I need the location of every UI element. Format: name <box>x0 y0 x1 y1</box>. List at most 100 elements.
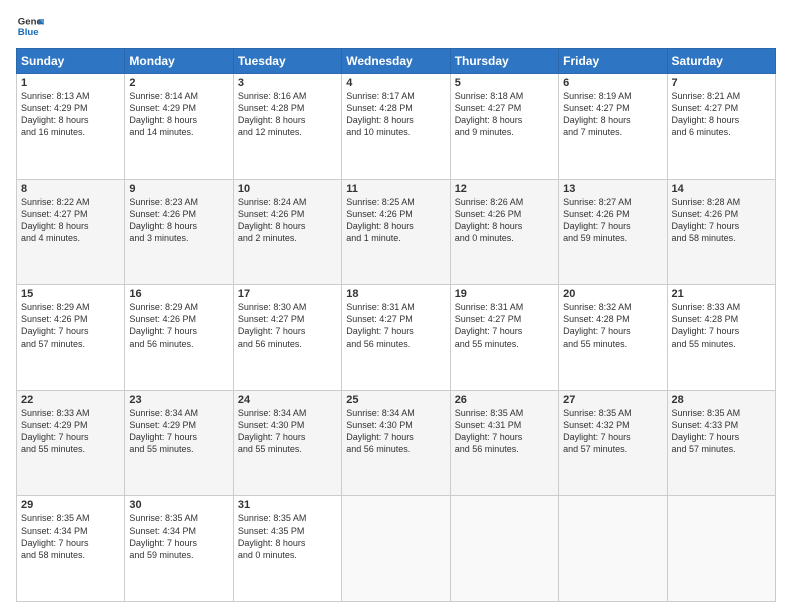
day-info: Sunrise: 8:33 AM Sunset: 4:28 PM Dayligh… <box>672 301 771 350</box>
day-info: Sunrise: 8:34 AM Sunset: 4:29 PM Dayligh… <box>129 407 228 456</box>
day-info: Sunrise: 8:35 AM Sunset: 4:34 PM Dayligh… <box>21 512 120 561</box>
day-info: Sunrise: 8:28 AM Sunset: 4:26 PM Dayligh… <box>672 196 771 245</box>
day-number: 29 <box>21 499 120 511</box>
day-cell-29: 29Sunrise: 8:35 AM Sunset: 4:34 PM Dayli… <box>17 496 125 602</box>
day-cell-5: 5Sunrise: 8:18 AM Sunset: 4:27 PM Daylig… <box>450 74 558 180</box>
day-number: 24 <box>238 394 337 406</box>
day-cell-19: 19Sunrise: 8:31 AM Sunset: 4:27 PM Dayli… <box>450 285 558 391</box>
day-info: Sunrise: 8:23 AM Sunset: 4:26 PM Dayligh… <box>129 196 228 245</box>
day-cell-12: 12Sunrise: 8:26 AM Sunset: 4:26 PM Dayli… <box>450 179 558 285</box>
day-number: 17 <box>238 288 337 300</box>
day-info: Sunrise: 8:35 AM Sunset: 4:34 PM Dayligh… <box>129 512 228 561</box>
calendar-table: SundayMondayTuesdayWednesdayThursdayFrid… <box>16 48 776 602</box>
day-cell-18: 18Sunrise: 8:31 AM Sunset: 4:27 PM Dayli… <box>342 285 450 391</box>
day-cell-6: 6Sunrise: 8:19 AM Sunset: 4:27 PM Daylig… <box>559 74 667 180</box>
week-row-3: 15Sunrise: 8:29 AM Sunset: 4:26 PM Dayli… <box>17 285 776 391</box>
day-info: Sunrise: 8:16 AM Sunset: 4:28 PM Dayligh… <box>238 90 337 139</box>
day-info: Sunrise: 8:19 AM Sunset: 4:27 PM Dayligh… <box>563 90 662 139</box>
empty-cell <box>342 496 450 602</box>
day-info: Sunrise: 8:29 AM Sunset: 4:26 PM Dayligh… <box>21 301 120 350</box>
day-info: Sunrise: 8:29 AM Sunset: 4:26 PM Dayligh… <box>129 301 228 350</box>
day-cell-23: 23Sunrise: 8:34 AM Sunset: 4:29 PM Dayli… <box>125 390 233 496</box>
day-number: 8 <box>21 183 120 195</box>
day-cell-3: 3Sunrise: 8:16 AM Sunset: 4:28 PM Daylig… <box>233 74 341 180</box>
day-cell-21: 21Sunrise: 8:33 AM Sunset: 4:28 PM Dayli… <box>667 285 775 391</box>
day-number: 6 <box>563 77 662 89</box>
empty-cell <box>667 496 775 602</box>
day-cell-8: 8Sunrise: 8:22 AM Sunset: 4:27 PM Daylig… <box>17 179 125 285</box>
day-cell-25: 25Sunrise: 8:34 AM Sunset: 4:30 PM Dayli… <box>342 390 450 496</box>
day-cell-17: 17Sunrise: 8:30 AM Sunset: 4:27 PM Dayli… <box>233 285 341 391</box>
day-number: 4 <box>346 77 445 89</box>
day-info: Sunrise: 8:26 AM Sunset: 4:26 PM Dayligh… <box>455 196 554 245</box>
day-cell-24: 24Sunrise: 8:34 AM Sunset: 4:30 PM Dayli… <box>233 390 341 496</box>
day-header-thursday: Thursday <box>450 49 558 74</box>
day-number: 25 <box>346 394 445 406</box>
day-cell-11: 11Sunrise: 8:25 AM Sunset: 4:26 PM Dayli… <box>342 179 450 285</box>
day-info: Sunrise: 8:22 AM Sunset: 4:27 PM Dayligh… <box>21 196 120 245</box>
day-cell-26: 26Sunrise: 8:35 AM Sunset: 4:31 PM Dayli… <box>450 390 558 496</box>
week-row-1: 1Sunrise: 8:13 AM Sunset: 4:29 PM Daylig… <box>17 74 776 180</box>
day-info: Sunrise: 8:14 AM Sunset: 4:29 PM Dayligh… <box>129 90 228 139</box>
day-cell-27: 27Sunrise: 8:35 AM Sunset: 4:32 PM Dayli… <box>559 390 667 496</box>
day-cell-1: 1Sunrise: 8:13 AM Sunset: 4:29 PM Daylig… <box>17 74 125 180</box>
day-header-friday: Friday <box>559 49 667 74</box>
day-cell-15: 15Sunrise: 8:29 AM Sunset: 4:26 PM Dayli… <box>17 285 125 391</box>
day-number: 3 <box>238 77 337 89</box>
day-header-monday: Monday <box>125 49 233 74</box>
day-cell-20: 20Sunrise: 8:32 AM Sunset: 4:28 PM Dayli… <box>559 285 667 391</box>
empty-cell <box>450 496 558 602</box>
day-info: Sunrise: 8:18 AM Sunset: 4:27 PM Dayligh… <box>455 90 554 139</box>
day-number: 20 <box>563 288 662 300</box>
day-cell-2: 2Sunrise: 8:14 AM Sunset: 4:29 PM Daylig… <box>125 74 233 180</box>
day-number: 7 <box>672 77 771 89</box>
day-header-wednesday: Wednesday <box>342 49 450 74</box>
day-number: 2 <box>129 77 228 89</box>
day-number: 26 <box>455 394 554 406</box>
day-cell-7: 7Sunrise: 8:21 AM Sunset: 4:27 PM Daylig… <box>667 74 775 180</box>
day-info: Sunrise: 8:32 AM Sunset: 4:28 PM Dayligh… <box>563 301 662 350</box>
day-number: 23 <box>129 394 228 406</box>
day-number: 22 <box>21 394 120 406</box>
day-cell-31: 31Sunrise: 8:35 AM Sunset: 4:35 PM Dayli… <box>233 496 341 602</box>
day-number: 15 <box>21 288 120 300</box>
day-info: Sunrise: 8:35 AM Sunset: 4:31 PM Dayligh… <box>455 407 554 456</box>
day-info: Sunrise: 8:35 AM Sunset: 4:33 PM Dayligh… <box>672 407 771 456</box>
day-number: 11 <box>346 183 445 195</box>
day-info: Sunrise: 8:21 AM Sunset: 4:27 PM Dayligh… <box>672 90 771 139</box>
day-number: 30 <box>129 499 228 511</box>
header: General Blue <box>16 12 776 40</box>
day-number: 19 <box>455 288 554 300</box>
week-row-2: 8Sunrise: 8:22 AM Sunset: 4:27 PM Daylig… <box>17 179 776 285</box>
day-number: 14 <box>672 183 771 195</box>
day-cell-28: 28Sunrise: 8:35 AM Sunset: 4:33 PM Dayli… <box>667 390 775 496</box>
day-number: 9 <box>129 183 228 195</box>
day-number: 13 <box>563 183 662 195</box>
day-number: 21 <box>672 288 771 300</box>
day-info: Sunrise: 8:33 AM Sunset: 4:29 PM Dayligh… <box>21 407 120 456</box>
day-cell-16: 16Sunrise: 8:29 AM Sunset: 4:26 PM Dayli… <box>125 285 233 391</box>
day-cell-13: 13Sunrise: 8:27 AM Sunset: 4:26 PM Dayli… <box>559 179 667 285</box>
day-info: Sunrise: 8:24 AM Sunset: 4:26 PM Dayligh… <box>238 196 337 245</box>
day-info: Sunrise: 8:13 AM Sunset: 4:29 PM Dayligh… <box>21 90 120 139</box>
day-info: Sunrise: 8:34 AM Sunset: 4:30 PM Dayligh… <box>346 407 445 456</box>
day-cell-10: 10Sunrise: 8:24 AM Sunset: 4:26 PM Dayli… <box>233 179 341 285</box>
day-number: 10 <box>238 183 337 195</box>
day-header-sunday: Sunday <box>17 49 125 74</box>
day-info: Sunrise: 8:31 AM Sunset: 4:27 PM Dayligh… <box>346 301 445 350</box>
week-row-5: 29Sunrise: 8:35 AM Sunset: 4:34 PM Dayli… <box>17 496 776 602</box>
week-row-4: 22Sunrise: 8:33 AM Sunset: 4:29 PM Dayli… <box>17 390 776 496</box>
day-info: Sunrise: 8:34 AM Sunset: 4:30 PM Dayligh… <box>238 407 337 456</box>
day-cell-14: 14Sunrise: 8:28 AM Sunset: 4:26 PM Dayli… <box>667 179 775 285</box>
day-number: 28 <box>672 394 771 406</box>
day-info: Sunrise: 8:35 AM Sunset: 4:32 PM Dayligh… <box>563 407 662 456</box>
day-number: 5 <box>455 77 554 89</box>
day-number: 1 <box>21 77 120 89</box>
day-number: 18 <box>346 288 445 300</box>
day-info: Sunrise: 8:27 AM Sunset: 4:26 PM Dayligh… <box>563 196 662 245</box>
logo: General Blue <box>16 12 48 40</box>
day-info: Sunrise: 8:35 AM Sunset: 4:35 PM Dayligh… <box>238 512 337 561</box>
day-info: Sunrise: 8:31 AM Sunset: 4:27 PM Dayligh… <box>455 301 554 350</box>
day-cell-30: 30Sunrise: 8:35 AM Sunset: 4:34 PM Dayli… <box>125 496 233 602</box>
day-cell-4: 4Sunrise: 8:17 AM Sunset: 4:28 PM Daylig… <box>342 74 450 180</box>
